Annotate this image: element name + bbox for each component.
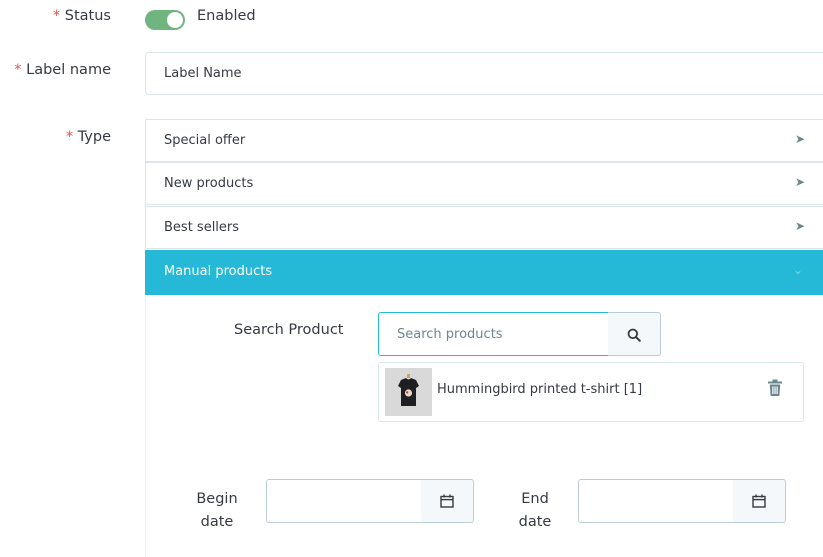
end-date-input[interactable] [578, 479, 734, 523]
chevron-down-icon: ⌄ [793, 263, 804, 277]
product-name: Hummingbird printed t-shirt [1] [437, 382, 643, 397]
status-label-text: Status [64, 8, 111, 24]
calendar-icon [752, 494, 766, 508]
status-label: * Status [0, 8, 111, 24]
arrow-right-icon: ➤ [795, 219, 806, 233]
type-option-manual-products[interactable]: Manual products ⌄ [145, 250, 823, 295]
toggle-knob [167, 12, 183, 28]
begin-date-label: Begin date [196, 491, 238, 530]
search-icon [627, 328, 641, 342]
type-option-best-sellers[interactable]: Best sellers ➤ [145, 206, 823, 249]
tshirt-thumbnail-icon [385, 368, 432, 416]
required-mark: * [52, 8, 61, 24]
search-products-input[interactable] [378, 312, 609, 356]
type-option-special-offer[interactable]: Special offer ➤ [145, 119, 823, 162]
begin-date-input[interactable] [266, 479, 422, 523]
arrow-right-icon: ➤ [795, 132, 806, 146]
status-toggle-text: Enabled [197, 8, 256, 24]
label-name-input[interactable] [145, 52, 823, 95]
type-label: * Type [0, 129, 111, 145]
arrow-right-icon: ➤ [795, 175, 806, 189]
label-name-label-text: Label name [26, 62, 111, 78]
label-name-label: * Label name [0, 62, 111, 78]
end-date-label: End date [518, 491, 552, 530]
calendar-icon [440, 494, 454, 508]
end-date-calendar-button[interactable] [733, 479, 786, 523]
type-option-label: New products [164, 176, 254, 191]
type-option-new-products[interactable]: New products ➤ [145, 162, 823, 205]
selected-product-card: Hummingbird printed t-shirt [1] [378, 362, 804, 422]
type-option-label: Special offer [164, 133, 246, 148]
required-mark: * [65, 129, 74, 145]
search-button[interactable] [608, 312, 661, 356]
type-option-label: Best sellers [164, 220, 240, 235]
type-label-text: Type [77, 129, 111, 145]
required-mark: * [14, 62, 22, 78]
begin-date-calendar-button[interactable] [421, 479, 474, 523]
trash-icon[interactable] [767, 379, 783, 401]
search-product-label: Search Product [234, 322, 344, 338]
status-toggle[interactable] [145, 10, 185, 30]
type-option-label: Manual products [164, 264, 273, 279]
